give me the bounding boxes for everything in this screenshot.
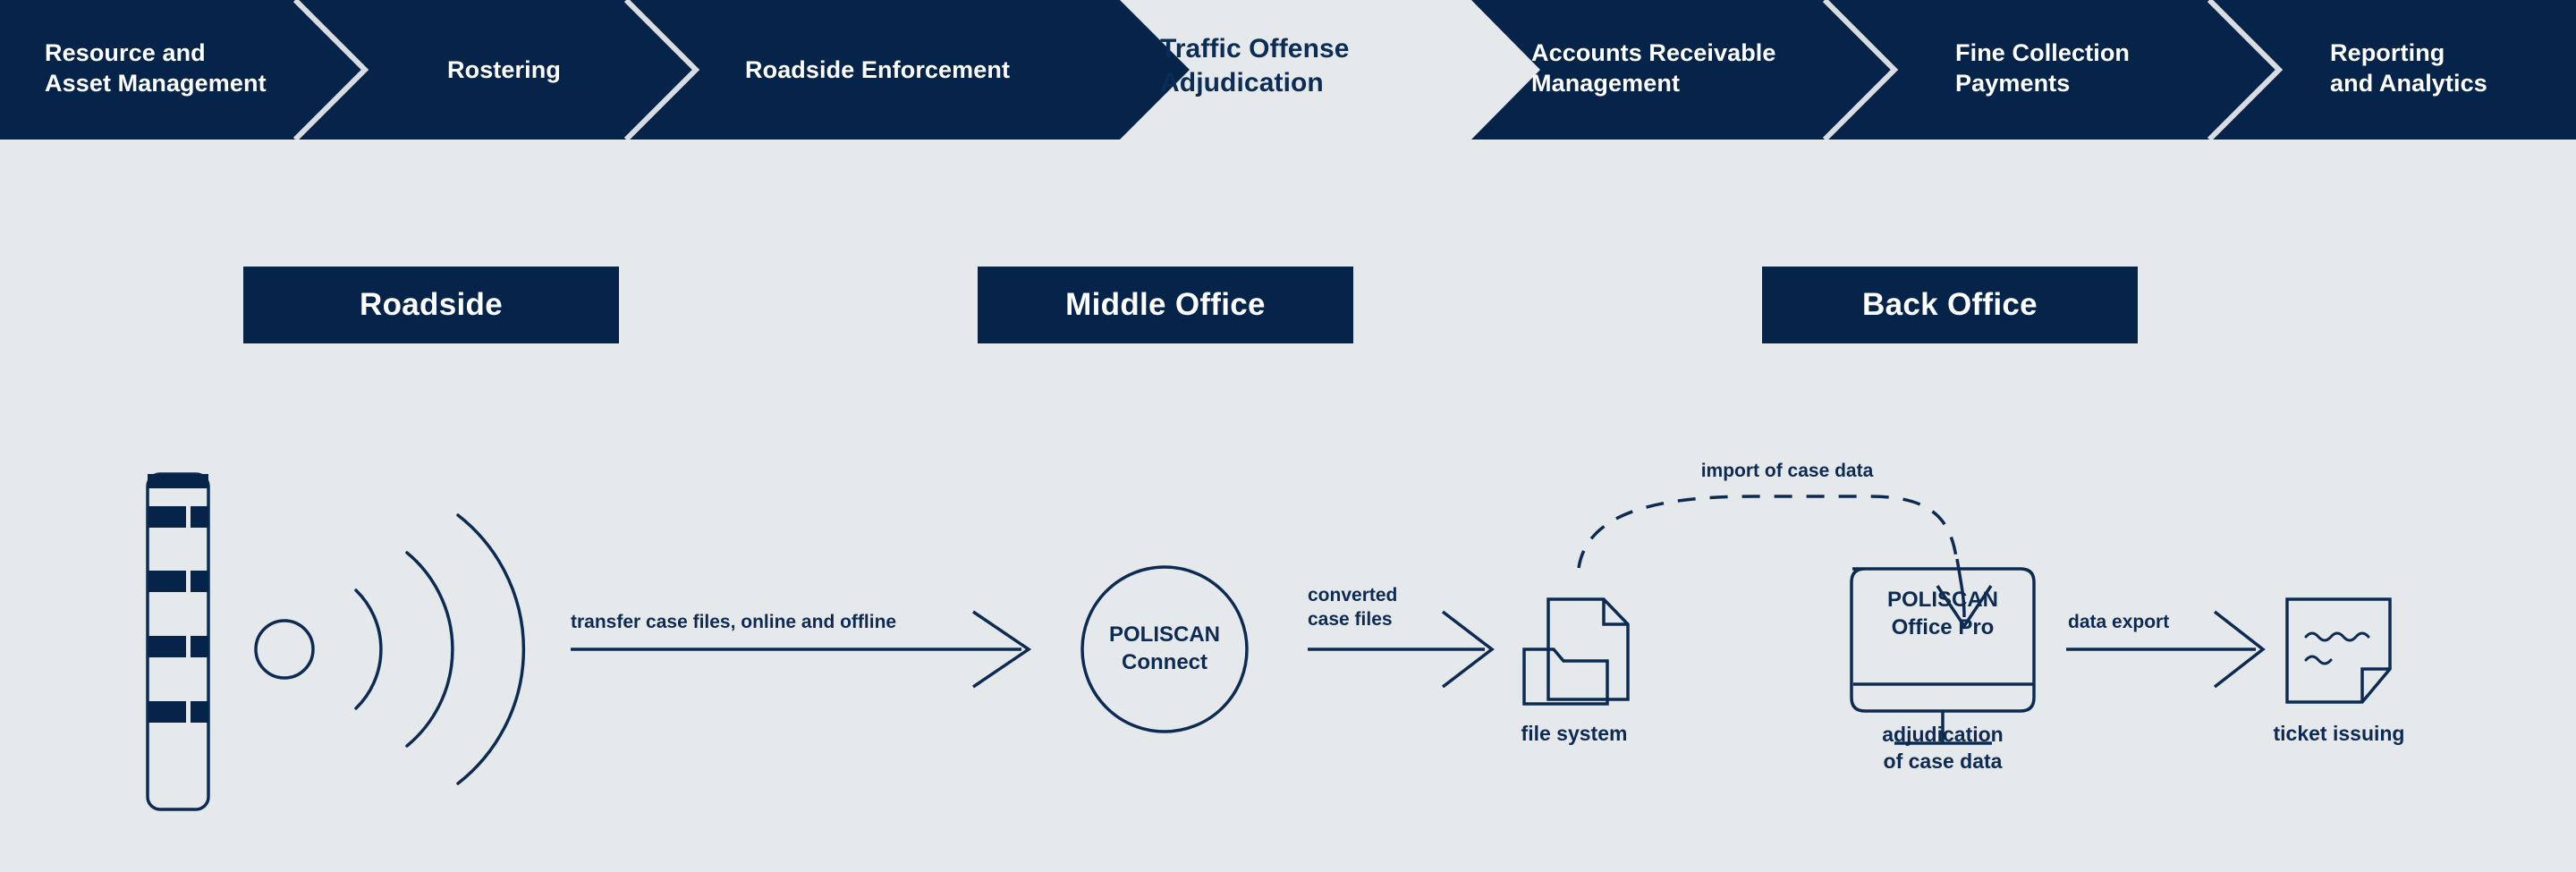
ticket-issuing-icon[interactable] bbox=[2285, 597, 2392, 704]
caption-adjudication-of-case-data: adjudication of case data bbox=[1882, 723, 2004, 773]
process-flow-diagram: transfer case files, online and offline … bbox=[0, 0, 2576, 868]
diagram-shapes bbox=[146, 472, 2392, 811]
flow-label-transfer-case-files: transfer case files, online and offline bbox=[571, 612, 897, 632]
poliscan-connect-label: POLISCAN Connect bbox=[1108, 622, 1220, 674]
flow-label-data-export: data export bbox=[2068, 612, 2170, 632]
poliscan-office-pro-label: POLISCAN Office Pro bbox=[1886, 588, 1998, 639]
file-system-icon[interactable] bbox=[1522, 597, 1630, 706]
flow-label-converted-case-files: converted case files bbox=[1308, 585, 1398, 630]
radar-wave-icon bbox=[354, 513, 526, 785]
radar-lens-icon bbox=[254, 619, 315, 680]
file-system-label: file system bbox=[1521, 722, 1628, 745]
ticket-issuing-label: ticket issuing bbox=[2273, 722, 2405, 745]
flow-label-import-of-case-data: import of case data bbox=[1700, 461, 1874, 481]
speed-enforcement-column-icon bbox=[146, 472, 210, 811]
